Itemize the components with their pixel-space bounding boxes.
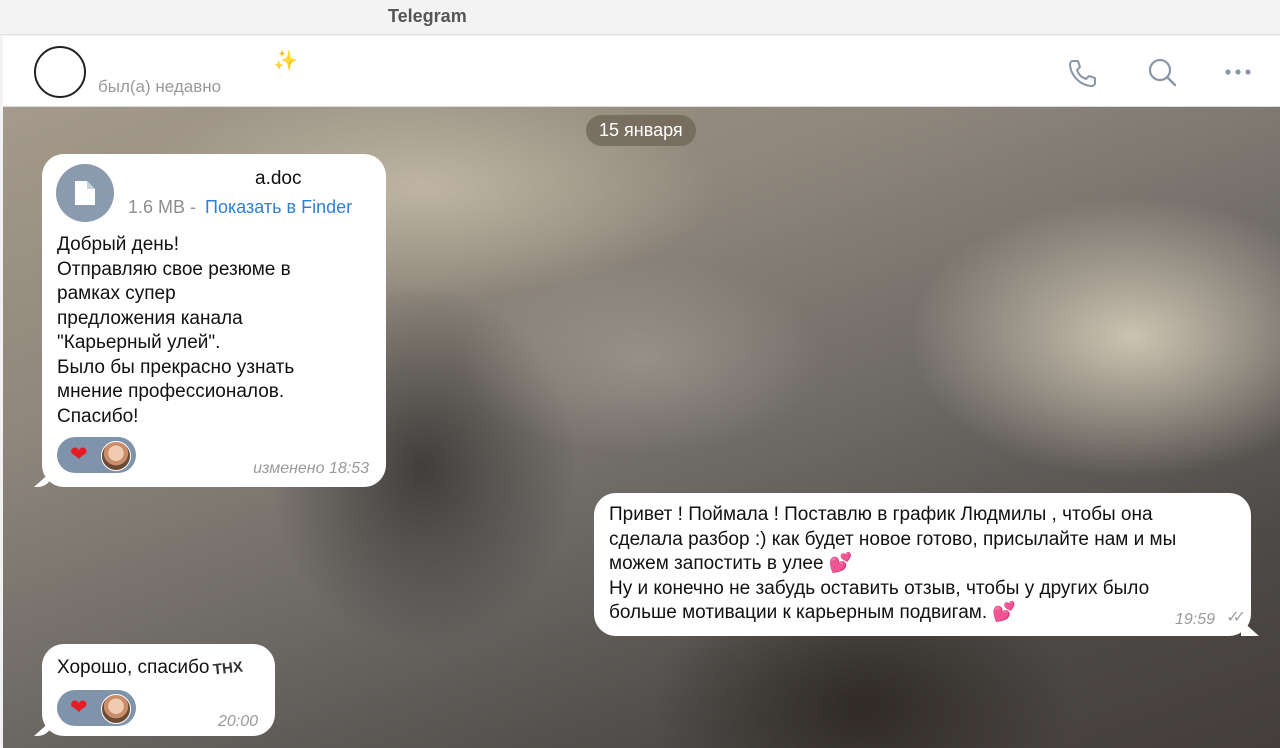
message-text: Добрый день! Отправляю свое резюме в рам…: [57, 234, 295, 427]
incoming-message[interactable]: Хорошо, спасибо THX ❤ 20:00: [42, 644, 275, 736]
file-size: 1.6 MB -: [128, 197, 197, 217]
reactions[interactable]: ❤: [57, 690, 136, 726]
thx-sticker: THX: [212, 658, 245, 679]
window-title: Telegram: [388, 6, 467, 26]
search-icon[interactable]: [1144, 55, 1180, 91]
chat-area[interactable]: 15 января a.doc 1.6 MB - Показать в Find…: [3, 107, 1280, 748]
message-time: изменено 18:53: [253, 460, 369, 477]
avatar: [101, 694, 131, 724]
heart-icon: ❤: [70, 696, 88, 719]
message-text-part1: Привет ! Поймала ! Поставлю в график Люд…: [609, 504, 1177, 574]
contact-avatar[interactable]: [34, 46, 86, 98]
outgoing-message[interactable]: Привет ! Поймала ! Поставлю в график Люд…: [594, 493, 1251, 636]
chat-header: был(а) недавно ✨: [3, 36, 1280, 107]
message-text: Хорошо, спасибо THX: [57, 656, 267, 682]
message-text-part2: Ну и конечно не забудь оставить отзыв, ч…: [609, 577, 1150, 624]
date-separator: 15 января: [586, 115, 696, 146]
document-icon[interactable]: [56, 164, 114, 222]
show-in-finder-link[interactable]: Показать в Finder: [205, 195, 352, 220]
message-time: 19:59: [1174, 611, 1215, 628]
reactions[interactable]: ❤: [57, 437, 136, 473]
message-time: 20:00: [217, 713, 258, 730]
more-icon[interactable]: [1220, 55, 1256, 91]
double-check-icon: ✓✓: [1226, 609, 1246, 626]
hearts-emoji: 💕: [828, 553, 853, 574]
sparkles-icon: ✨: [273, 50, 298, 72]
contact-status: был(а) недавно: [98, 77, 222, 96]
heart-icon: ❤: [70, 443, 88, 466]
title-bar: Telegram: [0, 0, 1280, 35]
avatar: [101, 441, 131, 471]
message-text-content: Хорошо, спасибо: [57, 657, 210, 678]
hearts-emoji: 💕: [992, 602, 1017, 623]
chat-window: был(а) недавно ✨ 15 января a.doc 1.6 MB …: [3, 36, 1280, 748]
message-text: Привет ! Поймала ! Поставлю в график Люд…: [609, 503, 1241, 626]
file-name[interactable]: a.doc: [255, 167, 301, 192]
phone-icon[interactable]: [1064, 55, 1100, 91]
incoming-message[interactable]: a.doc 1.6 MB - Показать в Finder Добрый …: [42, 154, 386, 487]
